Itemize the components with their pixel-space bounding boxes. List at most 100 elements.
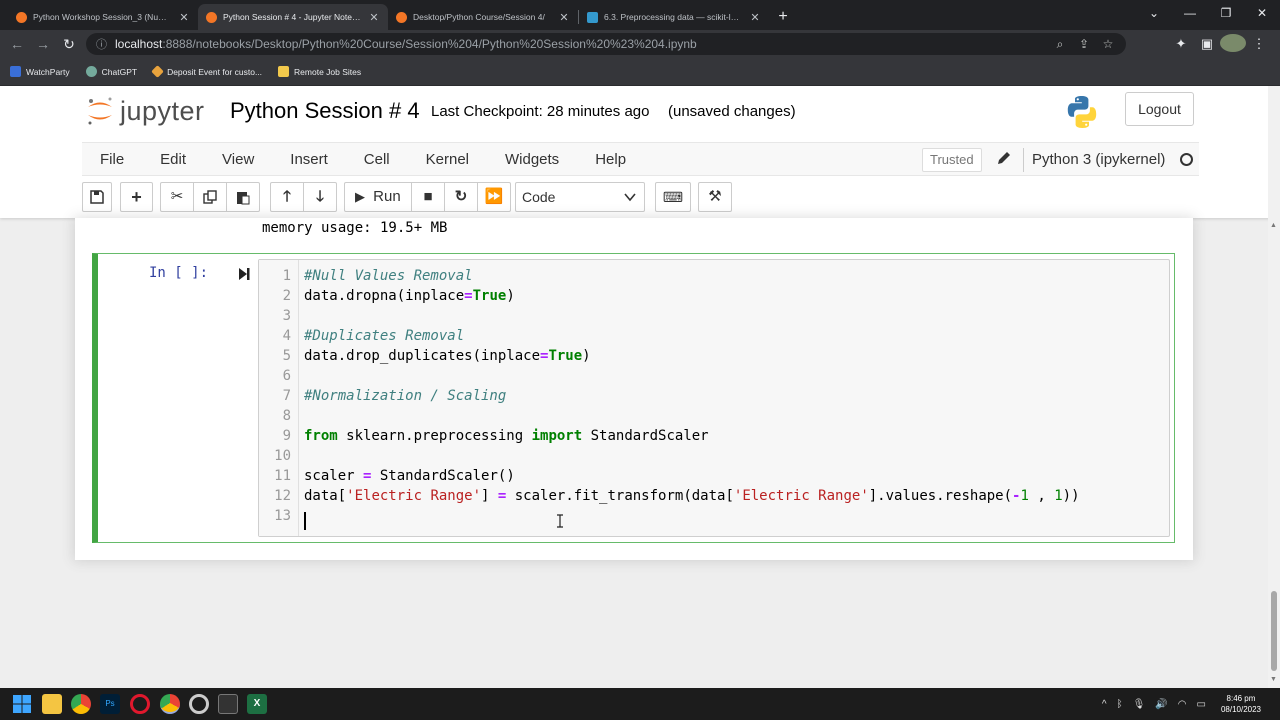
bluetooth-icon[interactable]: ᛒ	[1117, 699, 1123, 710]
browser-tab-2[interactable]: Python Session # 4 - Jupyter Noteboo ✕	[198, 4, 388, 30]
cut-button[interactable]: ✂	[160, 182, 194, 212]
excel-icon[interactable]: X	[247, 694, 267, 714]
scroll-down-icon[interactable]: ▼	[1270, 676, 1277, 683]
hammer-icon: ⚒	[708, 188, 722, 205]
notebook-container: memory usage: 19.5+ MB In [ ]: 1 2 3 4 5…	[75, 218, 1193, 560]
bookmark-watchparty[interactable]: WatchParty	[10, 66, 70, 77]
deposit-icon	[151, 65, 164, 78]
stop-icon: ■	[423, 188, 433, 205]
settings-gear-icon[interactable]	[189, 694, 209, 714]
bookmark-chatgpt[interactable]: ChatGPT	[85, 66, 137, 77]
speaker-icon[interactable]: 🔊	[1155, 699, 1167, 710]
microphone-icon[interactable]: 🎙	[1133, 699, 1146, 710]
close-tab-icon[interactable]: ✕	[749, 11, 761, 24]
run-cell-icon[interactable]	[237, 267, 251, 281]
notebook-title[interactable]: Python Session # 4	[230, 98, 420, 124]
keyboard-icon: ⌨	[662, 189, 684, 205]
tab-search-icon[interactable]: ⌄	[1136, 0, 1172, 30]
folder-icon	[278, 66, 290, 77]
plus-icon: +	[131, 187, 142, 207]
menu-insert[interactable]: Insert	[272, 151, 346, 168]
notebook-menubar: File Edit View Insert Cell Kernel Widget…	[82, 142, 1199, 176]
close-window-icon[interactable]: ✕	[1244, 0, 1280, 30]
trusted-badge[interactable]: Trusted	[922, 148, 982, 172]
menu-help[interactable]: Help	[577, 151, 644, 168]
close-tab-icon[interactable]: ✕	[368, 11, 380, 24]
tray-chevron-up-icon[interactable]: ^	[1102, 699, 1107, 710]
run-button[interactable]: ▶ Run	[344, 182, 412, 212]
minimize-icon[interactable]: —	[1172, 0, 1208, 30]
bookmark-star-icon[interactable]: ☆	[1096, 37, 1120, 51]
page-scrollbar[interactable]: ▲ ▼	[1268, 86, 1280, 688]
restart-button[interactable]: ↻	[444, 182, 478, 212]
site-info-icon[interactable]: ⓘ	[96, 36, 107, 52]
move-up-button[interactable]: 🡑	[270, 182, 304, 212]
clock-date: 08/10/2023	[1220, 705, 1261, 714]
windows-start-icon[interactable]	[12, 694, 32, 714]
extension-area: ✦ ▣ ⋮	[1168, 33, 1272, 55]
maximize-icon[interactable]: ❐	[1208, 0, 1244, 30]
command-palette-button[interactable]: ⌨	[655, 182, 691, 212]
battery-icon[interactable]: ▭	[1197, 699, 1206, 710]
opera-icon[interactable]	[130, 694, 150, 714]
browser-tab-3[interactable]: Desktop/Python Course/Session 4/ ✕	[388, 4, 578, 30]
cell-type-select[interactable]: Code	[515, 182, 645, 212]
terminal-icon[interactable]	[218, 694, 238, 714]
menu-widgets[interactable]: Widgets	[487, 151, 577, 168]
menu-view[interactable]: View	[204, 151, 272, 168]
logout-button[interactable]: Logout	[1125, 92, 1194, 126]
chatgpt-icon	[85, 66, 97, 77]
forward-icon[interactable]: →	[30, 36, 56, 52]
save-button[interactable]	[82, 182, 112, 212]
reload-icon[interactable]: ↻	[56, 36, 82, 53]
chrome-icon[interactable]	[71, 694, 91, 714]
code-keyword: True	[472, 288, 507, 304]
side-panel-icon[interactable]: ▣	[1194, 36, 1220, 52]
zoom-icon[interactable]: ⌕	[1048, 37, 1072, 52]
browser-tab-4[interactable]: 6.3. Preprocessing data — scikit-learn ✕	[579, 4, 769, 30]
photoshop-icon[interactable]: Ps	[100, 694, 120, 714]
share-icon[interactable]: ⇪	[1072, 37, 1096, 51]
scrollbar-thumb[interactable]	[1271, 591, 1277, 671]
kernel-name[interactable]: Python 3 (ipykernel)	[1032, 151, 1165, 168]
code-keyword: import	[531, 428, 583, 444]
profile-avatar[interactable]	[1220, 33, 1246, 55]
move-down-button[interactable]: 🡓	[303, 182, 337, 212]
restart-run-all-button[interactable]: ⏩	[477, 182, 511, 212]
code-text: sklearn.preprocessing	[337, 428, 532, 444]
browser-tab-1[interactable]: Python Workshop Session_3 (Numpy a ✕	[8, 4, 198, 30]
close-tab-icon[interactable]: ✕	[558, 11, 570, 24]
code-editor[interactable]: 1 2 3 4 5 6 7 8 9 10 11 12 13 #Null Valu…	[258, 259, 1170, 537]
code-comment: #Null Values Removal	[304, 268, 473, 284]
bookmark-remote-job-sites[interactable]: Remote Job Sites	[278, 66, 361, 77]
browser-menu-icon[interactable]: ⋮	[1246, 36, 1272, 52]
play-icon: ▶	[355, 189, 365, 204]
close-tab-icon[interactable]: ✕	[178, 11, 190, 24]
insert-cell-button[interactable]: +	[120, 182, 153, 212]
code-text: ]	[481, 488, 498, 504]
taskbar-clock[interactable]: 8:46 pm 08/10/2023	[1216, 693, 1266, 715]
back-icon[interactable]: ←	[4, 36, 30, 52]
interrupt-button[interactable]: ■	[411, 182, 445, 212]
extension-button[interactable]: ⚒	[698, 182, 732, 212]
code-line-7: #Normalization / Scaling	[304, 386, 506, 406]
wifi-icon[interactable]: ◠	[1178, 699, 1187, 710]
bookmark-deposit-event[interactable]: Deposit Event for custo...	[151, 65, 262, 78]
jupyter-logo[interactable]: jupyter	[86, 94, 205, 128]
menu-file[interactable]: File	[82, 151, 142, 168]
file-explorer-icon[interactable]	[42, 694, 62, 714]
menu-kernel[interactable]: Kernel	[408, 151, 487, 168]
pencil-icon[interactable]	[996, 150, 1012, 166]
copy-button[interactable]	[193, 182, 227, 212]
scroll-up-icon[interactable]: ▲	[1270, 222, 1277, 229]
new-tab-button[interactable]: +	[769, 4, 797, 30]
code-cell-selected[interactable]: In [ ]: 1 2 3 4 5 6 7 8 9 10 11 12 13 #N…	[92, 253, 1175, 543]
line-number: 4	[282, 328, 291, 344]
line-number: 3	[282, 308, 291, 324]
menu-cell[interactable]: Cell	[346, 151, 408, 168]
extensions-puzzle-icon[interactable]: ✦	[1168, 36, 1194, 52]
address-bar[interactable]: ⓘ localhost :8888/notebooks/Desktop/Pyth…	[86, 33, 1126, 55]
paste-button[interactable]	[226, 182, 260, 212]
menu-edit[interactable]: Edit	[142, 151, 204, 168]
chrome-active-icon[interactable]	[160, 694, 180, 714]
